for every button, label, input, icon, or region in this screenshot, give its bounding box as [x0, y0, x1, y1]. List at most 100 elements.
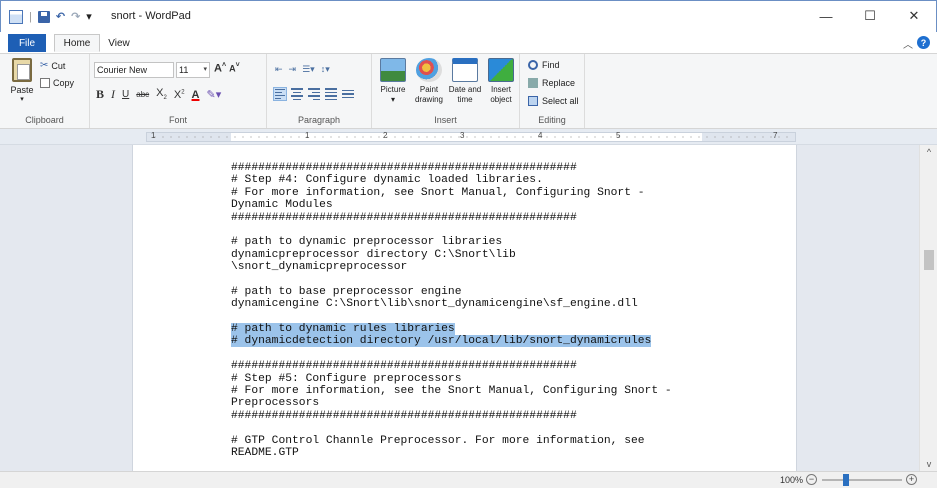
decrease-indent-icon[interactable]: ⇤: [275, 64, 283, 75]
ruler-mark: 4: [538, 131, 543, 140]
wordpad-app-icon[interactable]: [9, 10, 23, 24]
tab-home[interactable]: Home: [54, 34, 100, 52]
ruler-mark: 1: [151, 131, 156, 140]
bold-button[interactable]: B: [96, 87, 104, 102]
zoom-slider-track[interactable]: [822, 479, 902, 481]
increase-indent-icon[interactable]: ⇥: [289, 64, 297, 75]
tab-file[interactable]: File: [8, 34, 46, 52]
line-spacing-icon[interactable]: ↕▾: [321, 64, 330, 75]
tab-view[interactable]: View: [104, 34, 134, 52]
date-time-button[interactable]: Date and time: [448, 58, 482, 105]
redo-icon[interactable]: ↷: [71, 10, 80, 24]
document-line[interactable]: [231, 274, 791, 286]
ruler[interactable]: 1 1 2 3 4 5 7: [146, 131, 796, 142]
help-icon[interactable]: ?: [917, 36, 930, 49]
scroll-down-icon[interactable]: v: [920, 459, 937, 469]
document-line[interactable]: README.GTP: [231, 447, 791, 459]
document-line[interactable]: [231, 422, 791, 434]
align-right-button[interactable]: [307, 87, 321, 101]
paragraph-settings-icon[interactable]: [341, 87, 355, 101]
italic-button[interactable]: I: [111, 87, 115, 102]
document-page[interactable]: ########################################…: [132, 145, 797, 471]
subscript-button[interactable]: X2: [156, 87, 167, 101]
document-line[interactable]: # For more information, see Snort Manual…: [231, 187, 791, 199]
scrollbar-thumb[interactable]: [924, 250, 934, 270]
underline-button[interactable]: U: [122, 89, 129, 100]
zoom-in-button[interactable]: +: [906, 474, 917, 485]
align-left-button[interactable]: [273, 87, 287, 101]
insert-object-button[interactable]: Insert object: [484, 58, 518, 105]
highlight-pen-icon[interactable]: ✎▾: [206, 88, 221, 101]
collapse-ribbon-icon[interactable]: ︿: [903, 36, 913, 51]
document-line[interactable]: [231, 311, 791, 323]
document-line[interactable]: Preprocessors: [231, 397, 791, 409]
document-line[interactable]: ########################################…: [231, 212, 791, 224]
select-all-icon: [528, 96, 538, 106]
title-bar: | ↶ ↷ ▾ snort - WordPad — ☐ ✕: [0, 0, 937, 32]
save-icon[interactable]: [37, 11, 50, 23]
ribbon: Paste ▾ ✂ Cut Copy Clipboard Courier New…: [0, 53, 937, 129]
document-line[interactable]: # path to dynamic rules libraries: [231, 323, 791, 336]
document-line[interactable]: Dynamic Modules: [231, 199, 791, 211]
cut-button[interactable]: ✂ Cut: [40, 60, 65, 71]
object-label-line2: object: [490, 95, 512, 104]
vertical-scrollbar[interactable]: ^ v: [919, 145, 937, 471]
document-line-text: # path to dynamic preprocessor libraries: [231, 236, 503, 249]
text-color-button[interactable]: A: [192, 89, 200, 101]
font-group-label: Font: [168, 115, 187, 125]
document-line[interactable]: # dynamicdetection directory /usr/local/…: [231, 335, 791, 348]
document-line[interactable]: # For more information, see the Snort Ma…: [231, 385, 791, 397]
document-text[interactable]: ########################################…: [231, 162, 791, 459]
paste-button[interactable]: Paste ▾: [6, 58, 38, 103]
undo-icon[interactable]: ↶: [56, 10, 65, 24]
copy-icon: [40, 78, 50, 88]
document-line[interactable]: \snort_dynamicpreprocessor: [231, 261, 791, 273]
document-line[interactable]: # path to dynamic preprocessor libraries: [231, 236, 791, 248]
justify-button[interactable]: [324, 87, 338, 101]
insert-picture-button[interactable]: Picture ▾: [376, 58, 410, 105]
editing-group: Find Replace Select all Editing: [520, 54, 585, 128]
customize-toolbar-dropdown[interactable]: ▾: [86, 10, 92, 24]
paint-drawing-button[interactable]: Paint drawing: [412, 58, 446, 105]
document-line[interactable]: [231, 224, 791, 236]
editing-group-label: Editing: [538, 115, 566, 125]
document-line[interactable]: # path to base preprocessor engine: [231, 286, 791, 298]
grow-font-button[interactable]: A: [214, 63, 222, 75]
find-button[interactable]: Find: [528, 60, 560, 70]
document-line[interactable]: ########################################…: [231, 410, 791, 422]
document-line[interactable]: ########################################…: [231, 360, 791, 372]
document-line[interactable]: # Step #5: Configure preprocessors: [231, 373, 791, 385]
binoculars-icon: [528, 60, 538, 70]
paste-dropdown-arrow[interactable]: ▾: [6, 95, 38, 103]
maximize-button[interactable]: ☐: [848, 1, 892, 31]
window-controls: — ☐ ✕: [804, 1, 936, 31]
zoom-slider-thumb[interactable]: [843, 474, 849, 486]
bullet-list-icon[interactable]: ☰▾: [302, 64, 315, 75]
minimize-button[interactable]: —: [804, 1, 848, 31]
copy-button[interactable]: Copy: [40, 78, 74, 88]
select-all-label: Select all: [542, 96, 579, 106]
superscript-button[interactable]: X2: [174, 89, 185, 101]
font-size-select[interactable]: 11 ▾: [176, 62, 210, 78]
select-all-button[interactable]: Select all: [528, 96, 579, 106]
document-line[interactable]: ########################################…: [231, 162, 791, 174]
align-center-button[interactable]: [290, 87, 304, 101]
calendar-icon: [452, 58, 478, 82]
close-button[interactable]: ✕: [892, 1, 936, 31]
document-line-text: ########################################…: [231, 360, 577, 373]
document-line[interactable]: dynamicengine C:\Snort\lib\snort_dynamic…: [231, 298, 791, 310]
status-bar: 100% − +: [0, 471, 937, 488]
scroll-up-icon[interactable]: ^: [920, 147, 937, 157]
document-line-text: \snort_dynamicpreprocessor: [231, 261, 408, 274]
document-line[interactable]: [231, 348, 791, 360]
strikethrough-button[interactable]: abc: [136, 90, 149, 99]
document-line[interactable]: # GTP Control Channle Preprocessor. For …: [231, 435, 791, 447]
document-area: ########################################…: [0, 145, 919, 471]
font-family-select[interactable]: Courier New: [94, 62, 174, 78]
paragraph-group: ⇤ ⇥ ☰▾ ↕▾ Paragraph: [267, 54, 372, 128]
picture-icon: [380, 58, 406, 82]
document-line[interactable]: dynamicpreprocessor directory C:\Snort\l…: [231, 249, 791, 261]
document-line[interactable]: # Step #4: Configure dynamic loaded libr…: [231, 174, 791, 186]
zoom-out-button[interactable]: −: [806, 474, 817, 485]
replace-button[interactable]: Replace: [528, 78, 575, 88]
